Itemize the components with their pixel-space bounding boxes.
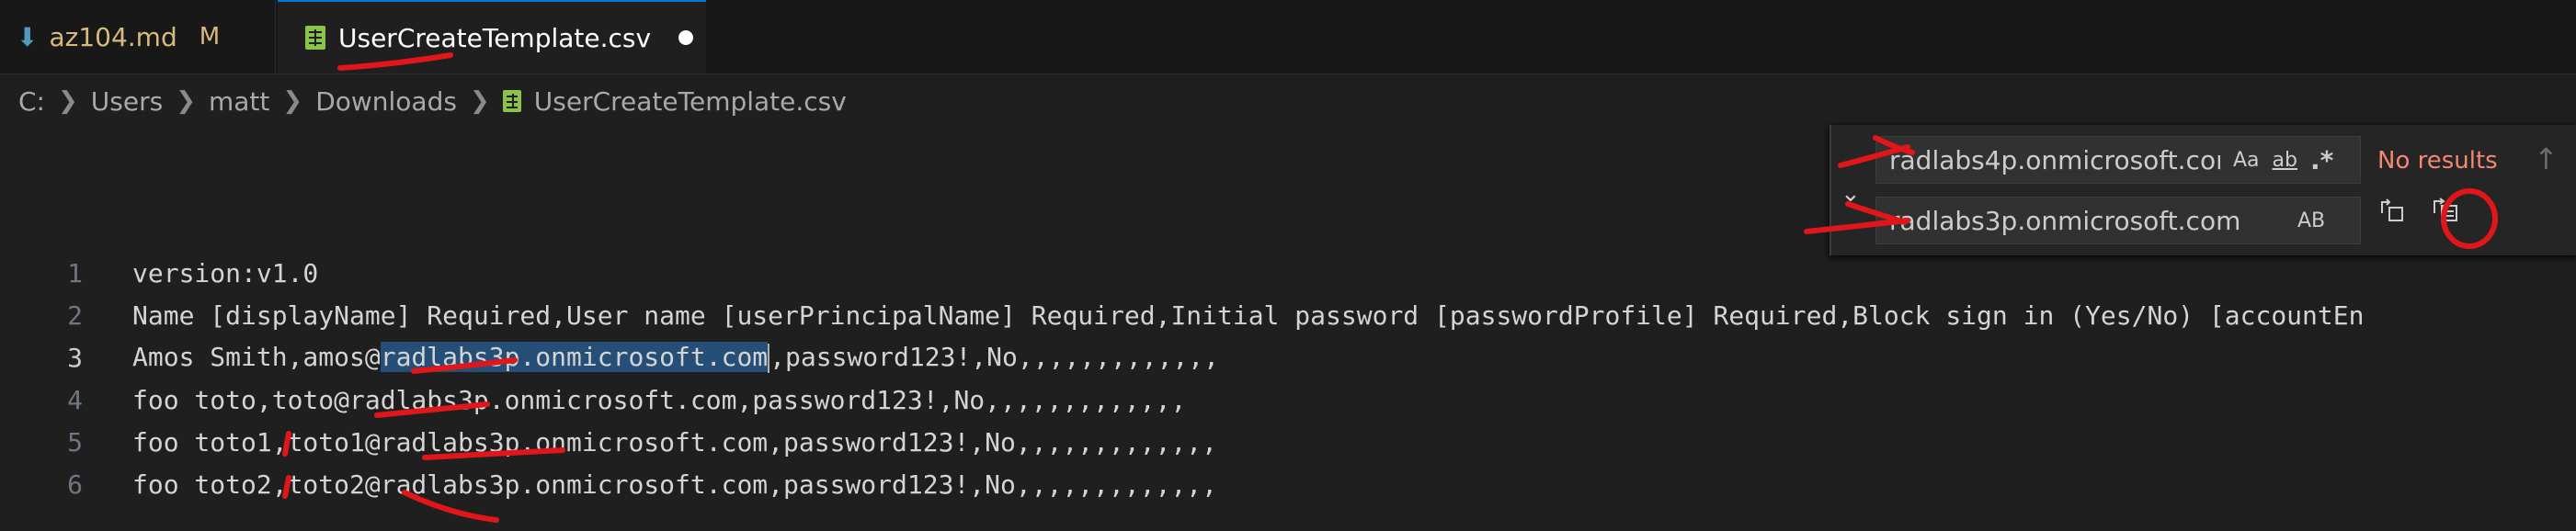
markdown-icon: ⬇ <box>17 21 39 52</box>
line-number: 5 <box>67 426 83 458</box>
arrow-up-icon[interactable]: ↑ <box>2534 141 2559 176</box>
line-text: version:v1.0 <box>132 257 319 288</box>
breadcrumb-item[interactable]: Downloads <box>315 86 457 117</box>
preserve-case-toggle[interactable]: AB <box>2297 209 2325 232</box>
chevron-right-icon: ❯ <box>176 87 196 115</box>
breadcrumb-item[interactable]: C: <box>18 86 45 117</box>
chevron-right-icon: ❯ <box>469 87 490 115</box>
match-case-toggle[interactable]: Aa <box>2233 149 2260 172</box>
replace-input-value: radlabs3p.onmicrosoft.com <box>1889 205 2241 236</box>
breadcrumb-item[interactable]: Users <box>91 86 163 117</box>
breadcrumb: C: ❯ Users ❯ matt ❯ Downloads ❯ UserCrea… <box>0 75 2576 127</box>
modified-badge: M <box>199 23 221 51</box>
no-results-message: No results <box>2377 147 2498 175</box>
editor-line[interactable]: 5 foo toto1,toto1@radlabs3p.onmicrosoft.… <box>0 421 2576 463</box>
line-text-after: ,password123!,No,,,,,,,,,,,,, <box>769 342 1220 372</box>
regex-toggle[interactable]: .* <box>2310 145 2333 175</box>
line-text: foo toto1,toto1@radlabs3p.onmicrosoft.co… <box>132 426 1218 458</box>
chevron-down-icon[interactable]: ⌄ <box>1841 180 1863 208</box>
editor-line[interactable]: 1 version:v1.0 <box>0 252 2576 294</box>
tab-label: az104.md <box>49 21 177 52</box>
chevron-right-icon: ❯ <box>282 87 303 115</box>
line-number: 4 <box>67 384 83 415</box>
line-text: foo toto,toto@radlabs3p.onmicrosoft.com,… <box>132 384 1187 415</box>
editor-line[interactable]: 4 foo toto,toto@radlabs3p.onmicrosoft.co… <box>0 378 2576 421</box>
editor-line[interactable]: 6 foo toto2,toto2@radlabs3p.onmicrosoft.… <box>0 463 2576 505</box>
line-number: 1 <box>67 257 83 288</box>
editor-line[interactable]: 2 Name [displayName] Required,User name … <box>0 294 2576 336</box>
line-text: Name [displayName] Required,User name [u… <box>132 299 2365 331</box>
find-input[interactable]: radlabs4p.onmicrosoft.com Aa ab .* <box>1875 136 2361 184</box>
selection-highlight: radlabs3p.onmicrosoft.com <box>380 342 769 372</box>
replace-input[interactable]: radlabs3p.onmicrosoft.com AB <box>1875 197 2361 244</box>
tab-bar: ⬇ az104.md M UserCreateTemplate.csv <box>0 0 2576 74</box>
line-text-before: Amos Smith,amos@ <box>132 342 381 372</box>
line-number: 6 <box>67 469 83 500</box>
line-number: 2 <box>67 299 83 331</box>
csv-file-icon <box>305 26 325 50</box>
line-text: foo toto2,toto2@radlabs3p.onmicrosoft.co… <box>132 469 1218 500</box>
chevron-right-icon: ❯ <box>57 87 78 115</box>
line-text: Amos Smith,amos@radlabs3p.onmicrosoft.co… <box>132 342 1219 373</box>
line-number: 3 <box>67 342 83 373</box>
replace-all-icon[interactable] <box>2429 197 2462 230</box>
csv-file-icon <box>502 90 521 112</box>
tab-usercreatetemplate-csv[interactable]: UserCreateTemplate.csv <box>278 0 706 73</box>
tab-label: UserCreateTemplate.csv <box>338 22 652 53</box>
unsaved-dot-icon[interactable] <box>678 30 694 45</box>
tab-az104-md[interactable]: ⬇ az104.md M <box>0 0 276 73</box>
breadcrumb-item[interactable]: matt <box>209 86 269 117</box>
find-input-value: radlabs4p.onmicrosoft.com <box>1889 144 2220 175</box>
replace-icon[interactable] <box>2376 197 2409 230</box>
breadcrumb-item[interactable]: UserCreateTemplate.csv <box>534 86 847 117</box>
find-replace-widget: ⌄ radlabs4p.onmicrosoft.com Aa ab .* No … <box>1829 125 2576 255</box>
whole-word-toggle[interactable]: ab <box>2273 149 2297 172</box>
editor-line[interactable]: 3 Amos Smith,amos@radlabs3p.onmicrosoft.… <box>0 336 2576 378</box>
